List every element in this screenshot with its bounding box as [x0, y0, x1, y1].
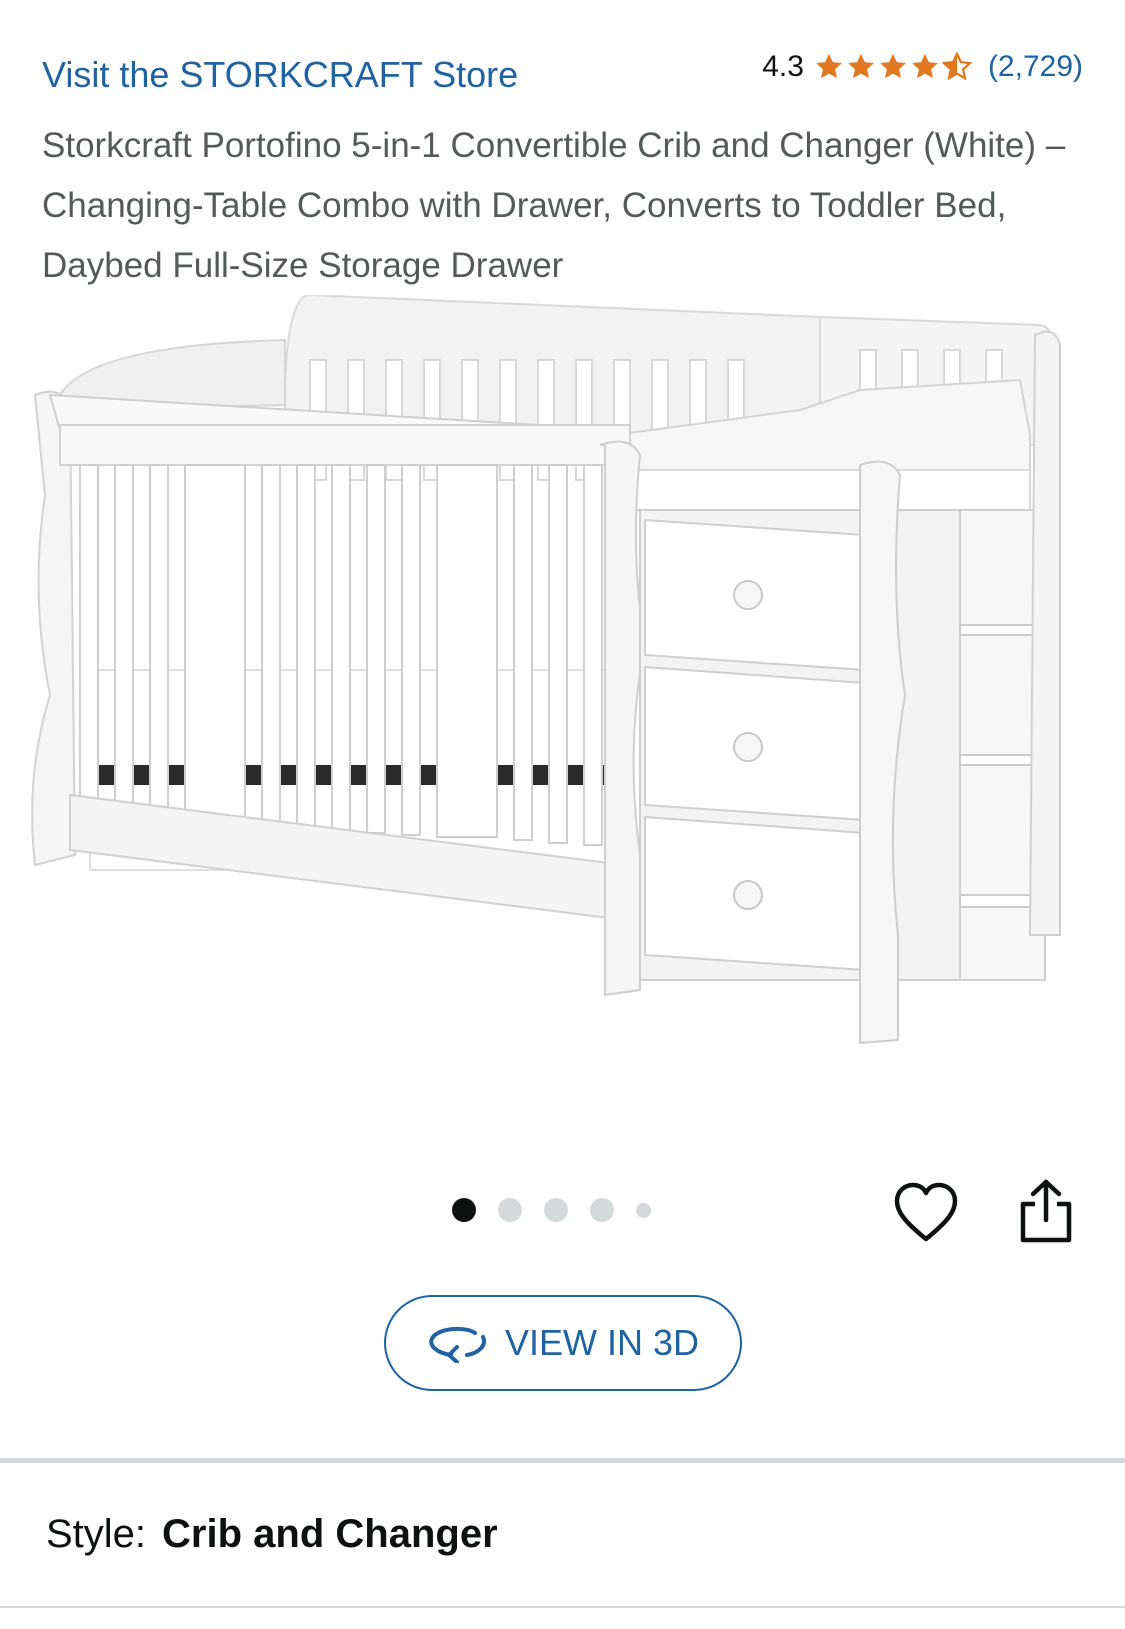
- style-selector[interactable]: Style: Crib and Changer: [46, 1512, 498, 1557]
- style-value: Crib and Changer: [162, 1512, 498, 1556]
- carousel-dot-active[interactable]: [452, 1198, 476, 1222]
- share-icon[interactable]: [1018, 1178, 1074, 1244]
- carousel-dot[interactable]: [636, 1202, 651, 1218]
- section-divider: [0, 1458, 1125, 1463]
- star-icon: [880, 53, 906, 79]
- half-star-icon: [941, 52, 972, 81]
- style-label: Style:: [46, 1512, 147, 1556]
- view-in-3d-label: VIEW IN 3D: [504, 1322, 700, 1363]
- carousel-dot[interactable]: [544, 1198, 568, 1222]
- star-icon: [816, 53, 842, 79]
- bottom-divider: [0, 1606, 1125, 1608]
- star-icon: [912, 53, 938, 79]
- star-icon: [848, 53, 874, 79]
- carousel-dot[interactable]: [590, 1198, 614, 1222]
- store-link[interactable]: Visit the STORKCRAFT Store: [42, 54, 518, 96]
- star-rating: [814, 52, 972, 82]
- review-count[interactable]: (2,729): [988, 50, 1083, 84]
- product-title: Storkcraft Portofino 5-in-1 Convertible …: [42, 126, 1066, 285]
- rotate-3d-icon: [429, 1326, 486, 1363]
- rating-value: 4.3: [762, 50, 804, 83]
- product-image[interactable]: [30, 295, 1100, 1090]
- view-in-3d-button[interactable]: VIEW IN 3D: [384, 1295, 742, 1391]
- heart-icon[interactable]: [893, 1182, 959, 1244]
- image-carousel-dots[interactable]: [452, 1198, 651, 1222]
- rating-summary[interactable]: 4.3 (2,729): [762, 50, 1083, 84]
- carousel-dot[interactable]: [498, 1198, 522, 1222]
